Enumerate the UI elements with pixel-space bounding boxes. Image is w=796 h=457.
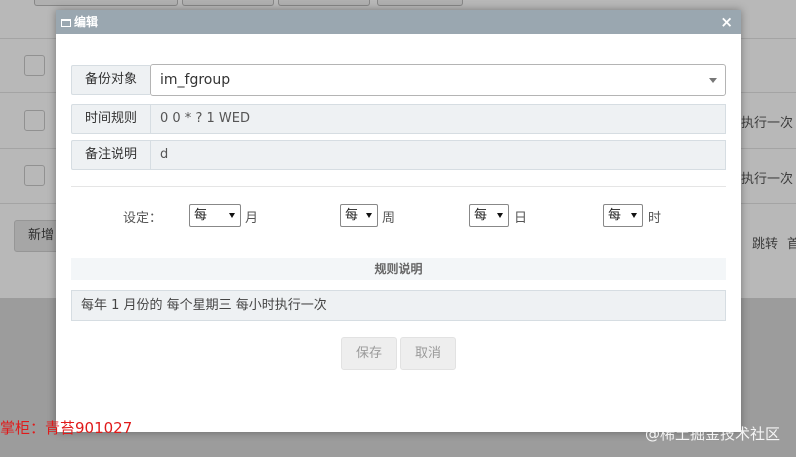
backup-target-value: im_fgroup [160, 72, 231, 88]
close-icon[interactable]: × [720, 10, 733, 34]
chevron-down-icon [709, 78, 717, 83]
month-select[interactable]: 每 [189, 204, 241, 227]
note-label: 备注说明 [71, 140, 150, 170]
week-select[interactable]: 每 [340, 204, 378, 227]
dialog-title: 编辑 [74, 15, 99, 29]
day-select-value: 每 [474, 208, 488, 223]
rule-title: 规则说明 [71, 258, 726, 280]
time-rule-row: 时间规则 0 0 * ? 1 WED [71, 104, 726, 134]
rule-description: 每年 1 月份的 每个星期三 每小时执行一次 [71, 290, 726, 321]
setting-label: 设定： [123, 211, 163, 226]
month-unit: 月 [245, 211, 259, 226]
week-unit: 周 [382, 211, 396, 226]
shopkeeper-label: 掌柜：青苔901027 [0, 419, 133, 437]
dropdown-arrow-icon [229, 213, 235, 218]
note-field[interactable]: d [150, 140, 726, 170]
day-select[interactable]: 每 [469, 204, 509, 227]
hour-unit: 时 [648, 211, 662, 226]
section-divider [71, 186, 726, 187]
watermark: @稀土掘金技术社区 [644, 425, 780, 443]
dropdown-arrow-icon [366, 213, 372, 218]
time-rule-field[interactable]: 0 0 * ? 1 WED [150, 104, 726, 134]
dropdown-arrow-icon [631, 213, 637, 218]
hour-select[interactable]: 每 [603, 204, 643, 227]
time-rule-label: 时间规则 [71, 104, 150, 134]
save-button[interactable]: 保存 [341, 337, 397, 370]
backup-target-select[interactable]: im_fgroup [150, 64, 726, 96]
dialog-header: 编辑 × [56, 10, 741, 34]
window-icon [61, 19, 71, 27]
hour-select-value: 每 [608, 208, 622, 223]
day-unit: 日 [514, 211, 528, 226]
dropdown-arrow-icon [497, 213, 503, 218]
backup-target-row: 备份对象 im_fgroup [71, 64, 726, 96]
cancel-button[interactable]: 取消 [400, 337, 456, 370]
week-select-value: 每 [345, 208, 359, 223]
edit-dialog: 编辑 × 备份对象 im_fgroup 时间规则 0 0 * ? 1 WED 备… [56, 10, 741, 432]
backup-target-label: 备份对象 [71, 65, 150, 95]
note-row: 备注说明 d [71, 140, 726, 170]
month-select-value: 每 [194, 208, 208, 223]
